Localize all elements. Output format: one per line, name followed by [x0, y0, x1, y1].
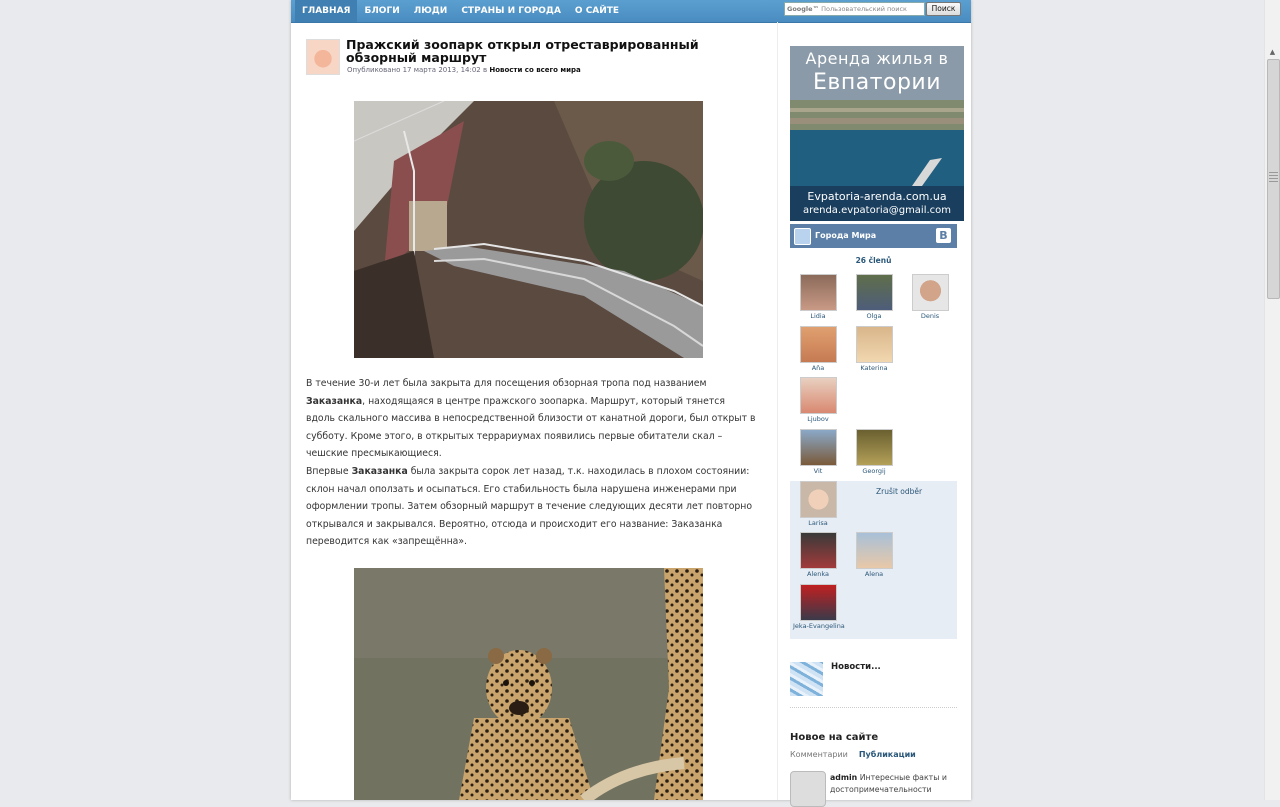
vk-member[interactable]: Jeka-Evangelina [793, 584, 845, 630]
place-name-bold: Заказанка [306, 395, 363, 407]
member-avatar [799, 429, 837, 466]
ad-headline-line-1: Аренда жилья в [805, 49, 949, 68]
vk-logo-icon: B [936, 228, 951, 243]
member-avatar [799, 532, 837, 569]
scrollbar-grip-icon [1269, 172, 1278, 182]
admin-avatar[interactable] [790, 771, 826, 807]
scrollbar-thumb[interactable] [1267, 59, 1280, 299]
member-name: Georgij [862, 467, 886, 475]
vk-member[interactable]: Alenka [793, 532, 843, 578]
vk-members-count[interactable]: 26 členů [790, 256, 957, 265]
tab-publications[interactable]: Публикации [859, 750, 916, 759]
article-paragraph: В течение 30-и лет была закрыта для посе… [306, 378, 756, 460]
member-name: Larisa [808, 519, 828, 527]
newspaper-icon[interactable] [790, 662, 823, 696]
vk-member[interactable]: Lidia [793, 274, 843, 320]
top-navigation-bar: Главная Блоги Люди Страны и города О сай… [291, 0, 971, 23]
vk-member[interactable]: Denis [905, 274, 955, 320]
column-divider [777, 22, 778, 800]
vk-unsubscribe-link[interactable]: Zrušit odběr [876, 487, 922, 496]
walkway-photo [354, 101, 703, 358]
vk-member[interactable]: Olga [849, 274, 899, 320]
walkway-photo-illustration [354, 101, 703, 358]
vk-member[interactable]: Alena [849, 532, 899, 578]
vk-widget-header[interactable]: Города Мира B [790, 224, 957, 248]
google-search-brand: Google™ [787, 5, 820, 13]
article-body: В течение 30-и лет была закрыта для посе… [306, 375, 756, 551]
article-paragraph: Впервые Заказанка была закрыта сорок лет… [306, 465, 753, 548]
cheetah-photo-illustration [354, 568, 703, 800]
member-avatar [799, 377, 837, 414]
news-link[interactable]: Новости... [831, 662, 881, 672]
nav-item-blogs[interactable]: Блоги [357, 0, 406, 22]
vk-member[interactable]: Katerina [849, 326, 899, 372]
author-avatar[interactable] [306, 39, 340, 75]
apartment-rental-ad-banner[interactable]: Аренда жилья в Евпатории Evpatoria-arend… [790, 46, 964, 221]
page: Главная Блоги Люди Страны и города О сай… [291, 0, 971, 807]
member-avatar [855, 274, 893, 311]
post-category-link[interactable]: Новости со всего мира [489, 66, 580, 74]
nav-item-home[interactable]: Главная [295, 0, 358, 22]
member-avatar [855, 429, 893, 466]
member-avatar [911, 274, 949, 311]
vk-member[interactable]: Larisa [793, 481, 843, 527]
nav-item-people[interactable]: Люди [407, 0, 455, 22]
vk-member[interactable]: Ljubov [793, 377, 843, 423]
member-name: Jeka-Evangelina [793, 622, 845, 630]
tab-comments[interactable]: Комментарии [790, 750, 848, 759]
vk-group-name[interactable]: Города Мира [815, 224, 876, 248]
cheetah-photo [354, 568, 703, 800]
new-on-site-heading: Новое на сайте [790, 732, 879, 743]
member-avatar [799, 326, 837, 363]
vk-member[interactable]: Aňa [793, 326, 843, 372]
member-name: Olga [866, 312, 882, 320]
member-name: Vit [813, 467, 823, 475]
member-name: Lidia [810, 312, 826, 320]
place-name-bold: Заказанка [351, 465, 408, 477]
search-button[interactable]: Поиск [926, 2, 961, 16]
ad-website: Evpatoria-arenda.com.ua [807, 190, 947, 203]
member-avatar [799, 274, 837, 311]
vertical-scrollbar[interactable]: ▲ [1264, 0, 1280, 800]
ad-coast-photo [790, 100, 964, 186]
vk-community-widget: Города Мира B 26 členů Zrušit odběr Lidi… [790, 224, 957, 639]
latest-entry: admin Интересные факты и достопримечател… [830, 772, 960, 796]
entry-author-link[interactable]: admin [830, 773, 857, 782]
sidebar-divider [790, 707, 957, 708]
nav-item-countries-cities[interactable]: Страны и города [454, 0, 568, 22]
new-on-site-tabs: Комментарии Публикации [790, 750, 916, 759]
vk-member[interactable]: Vit [793, 429, 843, 475]
member-avatar [799, 584, 837, 621]
group-icon [794, 228, 811, 245]
member-name: Aňa [811, 364, 825, 372]
nav-item-about[interactable]: О сайте [568, 0, 626, 22]
vk-member[interactable]: Georgij [849, 429, 899, 475]
post-meta: Опубликовано 17 марта 2013, 14:02 в Ново… [347, 66, 581, 74]
member-avatar [855, 326, 893, 363]
member-name: Denis [920, 312, 940, 320]
member-name: Alena [864, 570, 884, 578]
member-name: Katerina [860, 364, 888, 372]
ad-headline-line-2: Евпатории [812, 70, 942, 95]
scroll-up-arrow-icon[interactable]: ▲ [1265, 46, 1280, 58]
search-placeholder: Пользовательский поиск [821, 5, 907, 13]
member-name: Ljubov [807, 415, 829, 423]
member-avatar [799, 481, 837, 518]
member-name: Alenka [806, 570, 829, 578]
ad-email: arenda.evpatoria@gmail.com [802, 205, 952, 216]
search-input[interactable]: Google™ Пользовательский поиск [784, 2, 925, 16]
post-date: Опубликовано 17 марта 2013, 14:02 в [347, 66, 488, 74]
post-title[interactable]: Пражский зоопарк открыл отреставрированн… [346, 38, 746, 64]
member-avatar [855, 532, 893, 569]
